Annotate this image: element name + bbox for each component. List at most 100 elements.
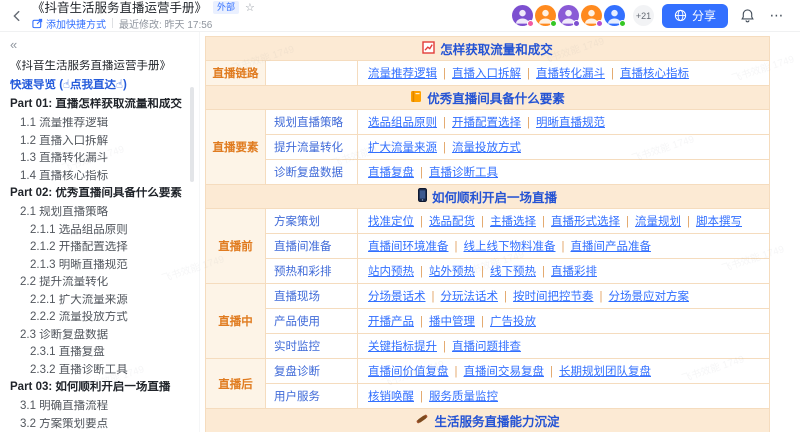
doc-link[interactable]: 直播问题排查 xyxy=(452,341,521,353)
row-group-label: 直播后 xyxy=(206,359,266,409)
doc-link[interactable]: 流量推荐逻辑 xyxy=(368,68,437,80)
star-icon[interactable]: ☆ xyxy=(245,2,255,14)
sidebar-scrollbar[interactable] xyxy=(190,87,194,182)
sidebar-item[interactable]: Part 02: 优秀直播间具备什么要素 xyxy=(10,187,189,199)
sidebar-item[interactable]: 3.1 明确直播流程 xyxy=(10,400,189,412)
bell-icon[interactable] xyxy=(736,5,758,27)
back-icon[interactable] xyxy=(8,7,26,25)
doc-link[interactable]: 直播复盘 xyxy=(368,167,414,179)
more-menu-icon[interactable]: ⋯ xyxy=(766,5,788,27)
doc-link[interactable]: 直播转化漏斗 xyxy=(536,68,605,80)
doc-link[interactable]: 按时间把控节奏 xyxy=(513,291,594,303)
doc-link[interactable]: 流量投放方式 xyxy=(452,142,521,154)
doc-link[interactable]: 选品组品原则 xyxy=(368,117,437,129)
sidebar-item[interactable]: 快速导览 (☝点我直达☝) xyxy=(10,79,189,91)
extra-collaborators-count[interactable]: +21 xyxy=(633,5,654,26)
doc-link[interactable]: 直播间交易复盘 xyxy=(464,366,545,378)
doc-link[interactable]: 直播间价值复盘 xyxy=(368,366,449,378)
link-separator: | xyxy=(443,68,446,80)
sidebar-item[interactable]: 2.1.2 开播配置选择 xyxy=(10,241,189,253)
doc-link[interactable]: 分场景应对方案 xyxy=(609,291,690,303)
doc-link[interactable]: 开播产品 xyxy=(368,316,414,328)
link-separator: | xyxy=(542,216,545,228)
outline-list: 《抖音生活服务直播运营手册》快速导览 (☝点我直达☝) Part 01: 直播怎样… xyxy=(10,60,189,432)
sidebar-item[interactable]: 1.4 直播核心指标 xyxy=(10,170,189,182)
sidebar-item[interactable]: 2.1.1 选品组品原则 xyxy=(10,224,189,236)
sub-category-link[interactable]: 产品使用 xyxy=(274,316,320,328)
sidebar-item[interactable]: 2.2 提升流量转化 xyxy=(10,276,189,288)
avatar[interactable] xyxy=(558,5,579,26)
sub-category-link[interactable]: 方案策划 xyxy=(274,216,320,228)
doc-link[interactable]: 流量规划 xyxy=(635,216,681,228)
sub-category-link[interactable]: 用户服务 xyxy=(274,391,320,403)
avatar[interactable] xyxy=(604,5,625,26)
doc-link[interactable]: 线上线下物料准备 xyxy=(464,241,556,253)
avatar[interactable] xyxy=(512,5,533,26)
sidebar-item[interactable]: 2.1 规划直播策略 xyxy=(10,206,189,218)
sub-category-link[interactable]: 诊断复盘数据 xyxy=(274,167,343,179)
doc-link[interactable]: 分玩法话术 xyxy=(441,291,499,303)
sub-category-link[interactable]: 复盘诊断 xyxy=(274,366,320,378)
doc-link[interactable]: 开播配置选择 xyxy=(452,117,521,129)
sidebar-item[interactable]: 2.3 诊断复盘数据 xyxy=(10,329,189,341)
sidebar-item[interactable]: 3.2 方案策划要点 xyxy=(10,418,189,430)
sidebar-item[interactable]: Part 01: 直播怎样获取流量和成交 xyxy=(10,98,189,110)
doc-link[interactable]: 找准定位 xyxy=(368,216,414,228)
doc-link[interactable]: 扩大流量来源 xyxy=(368,142,437,154)
sidebar-item[interactable]: 2.1.3 明晰直播规范 xyxy=(10,259,189,271)
sidebar-item[interactable]: 1.3 直播转化漏斗 xyxy=(10,152,189,164)
sidebar-item[interactable]: 2.3.1 直播复盘 xyxy=(10,346,189,358)
link-separator: | xyxy=(481,266,484,278)
doc-link[interactable]: 服务质量监控 xyxy=(429,391,498,403)
doc-link[interactable]: 主播选择 xyxy=(490,216,536,228)
links-cell: 关键指标提升|直播问题排查 xyxy=(358,334,770,359)
doc-link[interactable]: 直播彩排 xyxy=(551,266,597,278)
sub-category-link[interactable]: 直播间准备 xyxy=(274,241,332,253)
sidebar-item[interactable]: 1.1 流量推荐逻辑 xyxy=(10,117,189,129)
doc-link[interactable]: 明晰直播规范 xyxy=(536,117,605,129)
section-header: 优秀直播间具备什么要素 xyxy=(206,86,770,110)
share-button[interactable]: 分享 xyxy=(662,4,728,28)
doc-link[interactable]: 站外预热 xyxy=(429,266,475,278)
sub-category-link[interactable]: 预热和彩排 xyxy=(274,266,332,278)
doc-link[interactable]: 线下预热 xyxy=(490,266,536,278)
doc-link[interactable]: 直播间环境准备 xyxy=(368,241,449,253)
link-separator: | xyxy=(455,241,458,253)
status-dot xyxy=(619,20,626,27)
collapse-sidebar-icon[interactable]: « xyxy=(10,38,26,52)
doc-link[interactable]: 直播间产品准备 xyxy=(571,241,652,253)
doc-link[interactable]: 广告投放 xyxy=(490,316,536,328)
sidebar-item[interactable]: 2.3.2 直播诊断工具 xyxy=(10,364,189,376)
sub-category-link[interactable]: 规划直播策略 xyxy=(274,117,343,129)
sidebar-item[interactable]: 《抖音生活服务直播运营手册》 xyxy=(10,60,189,72)
link-separator: | xyxy=(687,216,690,228)
add-shortcut-button[interactable]: 添加快捷方式 xyxy=(32,16,106,31)
link-separator: | xyxy=(455,366,458,378)
sidebar-item[interactable]: 2.2.2 流量投放方式 xyxy=(10,311,189,323)
link-separator: | xyxy=(420,167,423,179)
sub-category-link[interactable]: 直播现场 xyxy=(274,291,320,303)
status-dot xyxy=(596,20,603,27)
doc-link[interactable]: 分场景话术 xyxy=(368,291,426,303)
avatar[interactable] xyxy=(535,5,556,26)
doc-link[interactable]: 站内预热 xyxy=(368,266,414,278)
doc-link[interactable]: 关键指标提升 xyxy=(368,341,437,353)
doc-link[interactable]: 直播诊断工具 xyxy=(429,167,498,179)
sidebar-item[interactable]: Part 03: 如何顺利开启一场直播 xyxy=(10,381,189,393)
doc-link[interactable]: 核销唤醒 xyxy=(368,391,414,403)
sub-category-cell: 用户服务 xyxy=(266,384,358,409)
doc-link[interactable]: 直播形式选择 xyxy=(551,216,620,228)
avatar[interactable] xyxy=(581,5,602,26)
doc-link[interactable]: 脚本撰写 xyxy=(696,216,742,228)
doc-link[interactable]: 直播核心指标 xyxy=(620,68,689,80)
doc-link[interactable]: 选品配货 xyxy=(429,216,475,228)
doc-link[interactable]: 直播入口拆解 xyxy=(452,68,521,80)
sidebar-item[interactable]: 2.2.1 扩大流量来源 xyxy=(10,294,189,306)
doc-link[interactable]: 播中管理 xyxy=(429,316,475,328)
sub-category-link[interactable]: 实时监控 xyxy=(274,341,320,353)
links-cell: 核销唤醒|服务质量监控 xyxy=(358,384,770,409)
links-cell: 分场景话术|分玩法话术|按时间把控节奏|分场景应对方案 xyxy=(358,284,770,309)
sub-category-link[interactable]: 提升流量转化 xyxy=(274,142,343,154)
sidebar-item[interactable]: 1.2 直播入口拆解 xyxy=(10,135,189,147)
doc-link[interactable]: 长期规划团队复盘 xyxy=(559,366,651,378)
